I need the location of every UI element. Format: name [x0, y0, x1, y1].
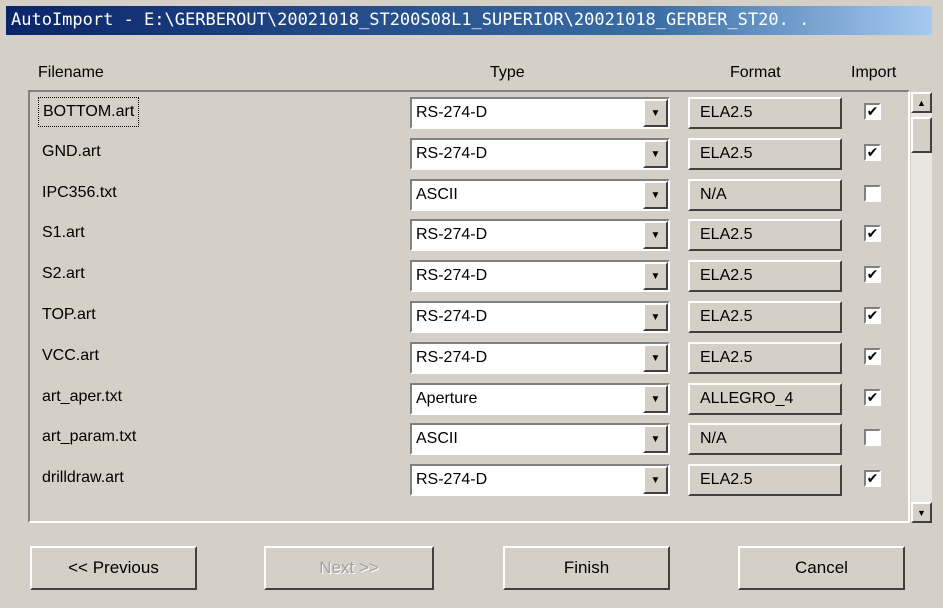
import-checkbox[interactable]	[864, 185, 881, 202]
table-row: GND.art RS-274-D ▼ ELA2.5 ✔	[30, 133, 908, 173]
chevron-down-icon[interactable]: ▼	[643, 140, 668, 168]
window-title-bar[interactable]: AutoImport - E:\GERBEROUT\20021018_ST200…	[6, 6, 932, 35]
type-value: RS-274-D	[416, 471, 488, 488]
column-header-type: Type	[490, 64, 525, 81]
chevron-down-icon[interactable]: ▼	[643, 344, 668, 372]
table-row: art_aper.txt Aperture ▼ ALLEGRO_4 ✔	[30, 378, 908, 418]
table-row: BOTTOM.art RS-274-D ▼ ELA2.5 ✔	[30, 92, 908, 132]
type-combobox[interactable]: RS-274-D ▼	[410, 97, 670, 129]
import-checkbox[interactable]: ✔	[864, 144, 881, 161]
filename-cell: BOTTOM.art	[38, 97, 140, 127]
checkmark-icon: ✔	[866, 266, 879, 282]
format-button[interactable]: ELA2.5	[688, 219, 842, 251]
chevron-down-icon[interactable]: ▼	[643, 385, 668, 413]
chevron-down-icon[interactable]: ▼	[643, 303, 668, 331]
import-checkbox[interactable]: ✔	[864, 470, 881, 487]
import-checkbox[interactable]	[864, 429, 881, 446]
column-header-format: Format	[730, 64, 781, 81]
filename-cell: IPC356.txt	[42, 184, 117, 201]
column-header-filename: Filename	[38, 64, 104, 81]
type-value: RS-274-D	[416, 226, 488, 243]
chevron-down-icon[interactable]: ▼	[643, 425, 668, 453]
type-value: RS-274-D	[416, 145, 488, 162]
previous-button[interactable]: << Previous	[30, 546, 197, 590]
import-checkbox[interactable]: ✔	[864, 348, 881, 365]
type-value: ASCII	[416, 186, 458, 203]
scrollbar-thumb[interactable]	[911, 117, 932, 153]
filename-cell: art_aper.txt	[42, 388, 123, 405]
checkmark-icon: ✔	[866, 470, 879, 486]
file-list: BOTTOM.art RS-274-D ▼ ELA2.5 ✔ GND.art RS-274-…	[28, 90, 910, 523]
checkmark-icon: ✔	[866, 103, 879, 119]
next-button: Next >>	[264, 546, 434, 590]
checkmark-icon: ✔	[866, 348, 879, 364]
vertical-scrollbar[interactable]: ▲ ▼	[911, 92, 932, 523]
import-checkbox[interactable]: ✔	[864, 225, 881, 242]
format-button[interactable]: ELA2.5	[688, 301, 842, 333]
finish-button[interactable]: Finish	[503, 546, 670, 590]
format-button[interactable]: N/A	[688, 423, 842, 455]
type-value: RS-274-D	[416, 308, 488, 325]
filename-cell: drilldraw.art	[42, 469, 124, 486]
scroll-down-arrow-icon[interactable]: ▼	[911, 502, 932, 523]
table-row: art_param.txt ASCII ▼ N/A	[30, 418, 908, 458]
type-combobox[interactable]: RS-274-D ▼	[410, 260, 670, 292]
format-button[interactable]: N/A	[688, 179, 842, 211]
type-combobox[interactable]: RS-274-D ▼	[410, 342, 670, 374]
chevron-down-icon[interactable]: ▼	[643, 221, 668, 249]
format-button[interactable]: ELA2.5	[688, 464, 842, 496]
chevron-down-icon[interactable]: ▼	[643, 466, 668, 494]
table-row: drilldraw.art RS-274-D ▼ ELA2.5 ✔	[30, 459, 908, 499]
column-header-import: Import	[851, 64, 897, 81]
checkmark-icon: ✔	[866, 144, 879, 160]
format-button[interactable]: ELA2.5	[688, 260, 842, 292]
scroll-up-arrow-icon[interactable]: ▲	[911, 92, 932, 113]
type-combobox[interactable]: RS-274-D ▼	[410, 219, 670, 251]
format-button[interactable]: ELA2.5	[688, 97, 842, 129]
table-row: IPC356.txt ASCII ▼ N/A	[30, 174, 908, 214]
type-combobox[interactable]: RS-274-D ▼	[410, 464, 670, 496]
import-checkbox[interactable]: ✔	[864, 389, 881, 406]
format-button[interactable]: ELA2.5	[688, 342, 842, 374]
filename-cell: S1.art	[42, 224, 85, 241]
type-combobox[interactable]: ASCII ▼	[410, 179, 670, 211]
filename-cell: VCC.art	[42, 347, 99, 364]
table-row: S1.art RS-274-D ▼ ELA2.5 ✔	[30, 214, 908, 254]
autoimport-window: AutoImport - E:\GERBEROUT\20021018_ST200…	[0, 0, 943, 608]
cancel-button[interactable]: Cancel	[738, 546, 905, 590]
chevron-down-icon[interactable]: ▼	[643, 181, 668, 209]
type-value: RS-274-D	[416, 267, 488, 284]
import-checkbox[interactable]: ✔	[864, 266, 881, 283]
table-row: VCC.art RS-274-D ▼ ELA2.5 ✔	[30, 337, 908, 377]
type-value: RS-274-D	[416, 349, 488, 366]
chevron-down-icon[interactable]: ▼	[643, 99, 668, 127]
table-row: S2.art RS-274-D ▼ ELA2.5 ✔	[30, 255, 908, 295]
type-value: ASCII	[416, 430, 458, 447]
filename-cell: S2.art	[42, 265, 85, 282]
checkmark-icon: ✔	[866, 389, 879, 405]
filename-cell: art_param.txt	[42, 428, 137, 445]
format-button[interactable]: ALLEGRO_4	[688, 383, 842, 415]
type-value: Aperture	[416, 390, 478, 407]
import-checkbox[interactable]: ✔	[864, 103, 881, 120]
type-combobox[interactable]: RS-274-D ▼	[410, 138, 670, 170]
table-row: TOP.art RS-274-D ▼ ELA2.5 ✔	[30, 296, 908, 336]
type-combobox[interactable]: Aperture ▼	[410, 383, 670, 415]
checkmark-icon: ✔	[866, 307, 879, 323]
import-checkbox[interactable]: ✔	[864, 307, 881, 324]
type-value: RS-274-D	[416, 104, 488, 121]
checkmark-icon: ✔	[866, 225, 879, 241]
filename-cell: TOP.art	[42, 306, 96, 323]
chevron-down-icon[interactable]: ▼	[643, 262, 668, 290]
type-combobox[interactable]: ASCII ▼	[410, 423, 670, 455]
type-combobox[interactable]: RS-274-D ▼	[410, 301, 670, 333]
format-button[interactable]: ELA2.5	[688, 138, 842, 170]
filename-cell: GND.art	[42, 143, 101, 160]
